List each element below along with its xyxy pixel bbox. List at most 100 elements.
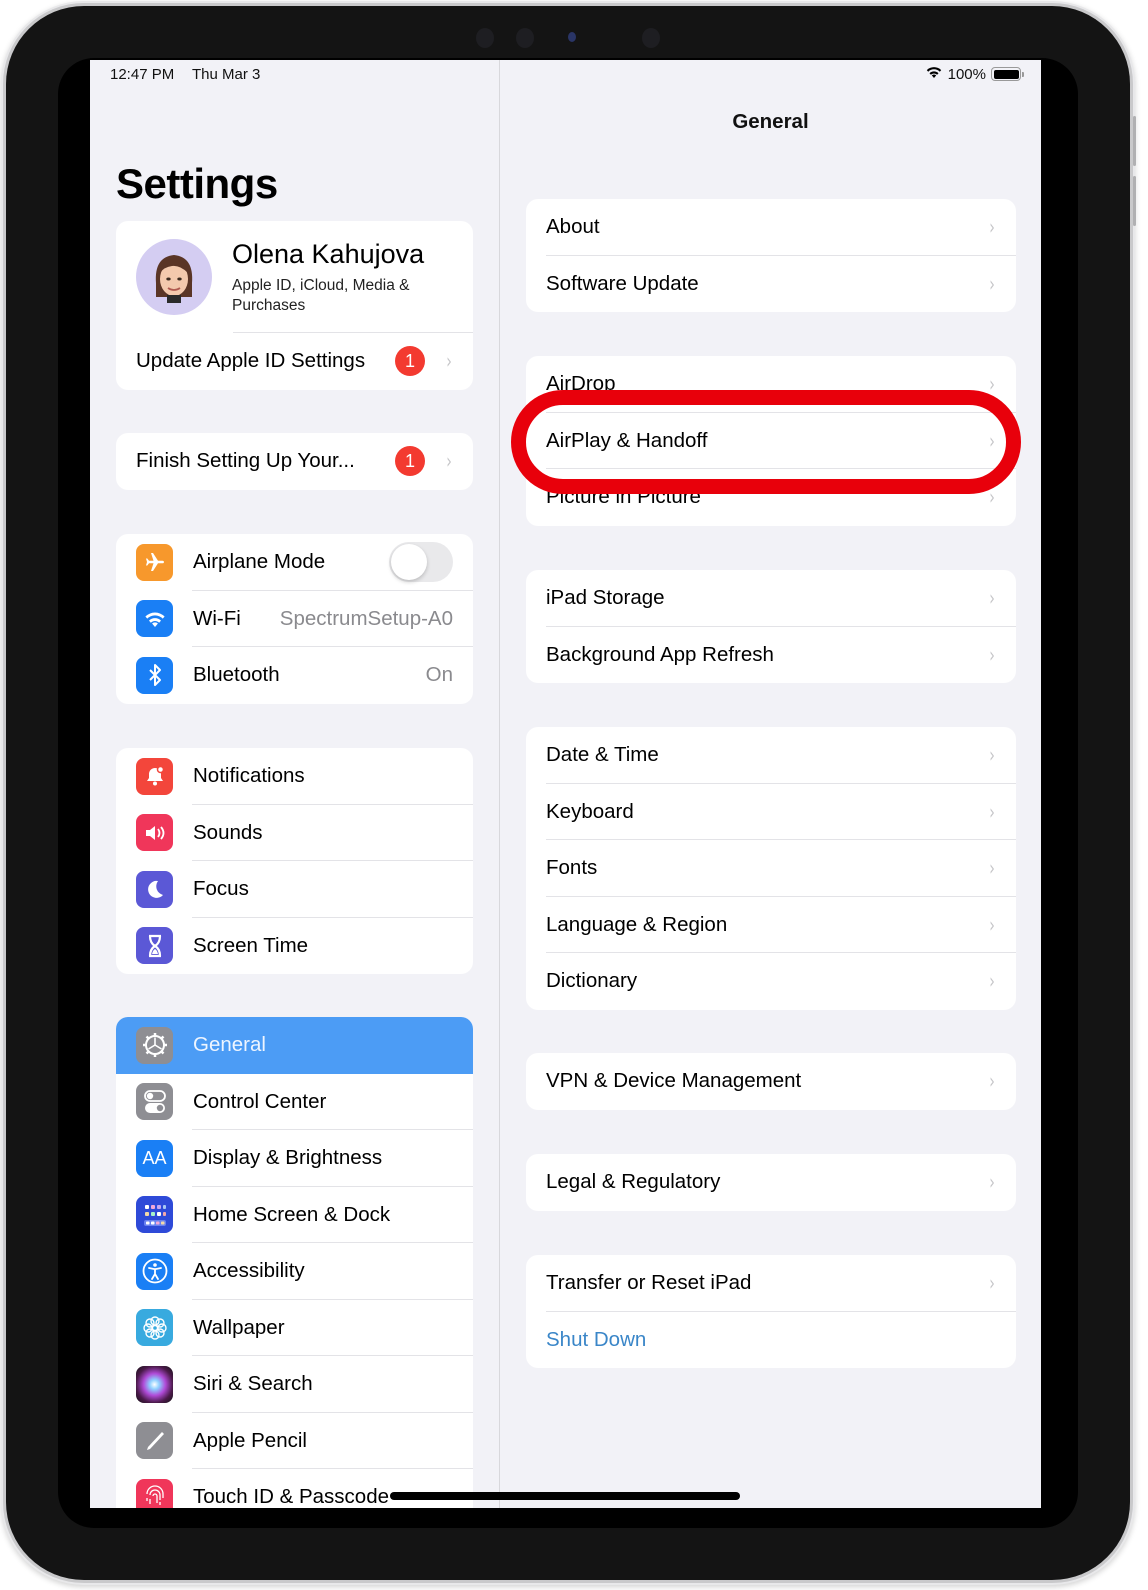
- sidebar-item-airplane-mode[interactable]: Airplane Mode: [116, 534, 473, 591]
- flower-icon: [136, 1309, 173, 1347]
- detail-title: General: [732, 110, 809, 133]
- row-label: About: [546, 215, 600, 239]
- general-item-keyboard[interactable]: Keyboard ›: [526, 784, 1016, 840]
- screen: 12:47 PM Thu Mar 3 100% Settings Olena K…: [90, 60, 1041, 1508]
- row-label: Fonts: [546, 856, 598, 880]
- general-item-legal-regulatory[interactable]: Legal & Regulatory ›: [526, 1154, 1016, 1211]
- notifications-icon: [136, 757, 173, 795]
- chevron-right-icon: ›: [446, 449, 452, 474]
- general-item-ipad-storage[interactable]: iPad Storage ›: [526, 570, 1016, 627]
- row-label: Picture in Picture: [546, 485, 701, 509]
- general-item-fonts[interactable]: Fonts ›: [526, 840, 1016, 897]
- sidebar-item-sounds[interactable]: Sounds: [116, 805, 473, 861]
- row-label: Home Screen & Dock: [193, 1202, 391, 1226]
- connectivity-group: Airplane Mode Wi-Fi SpectrumSetup-A0 Blu…: [116, 534, 473, 704]
- update-apple-id-settings-row[interactable]: Update Apple ID Settings 1 ›: [116, 333, 473, 390]
- row-label: Language & Region: [546, 912, 728, 936]
- sensor-icon: [516, 28, 534, 48]
- sidebar-item-wifi[interactable]: Wi-Fi SpectrumSetup-A0: [116, 591, 473, 647]
- general-item-picture-in-picture[interactable]: Picture in Picture ›: [526, 469, 1016, 526]
- row-label: General: [193, 1033, 266, 1057]
- wifi-icon: [136, 600, 173, 638]
- row-label: Display & Brightness: [193, 1146, 383, 1170]
- home-indicator[interactable]: [390, 1492, 740, 1500]
- sensor-icon: [476, 28, 494, 48]
- profile-subtitle: Apple ID, iCloud, Media & Purchases: [232, 276, 410, 314]
- sidebar-item-display-brightness[interactable]: AA Display & Brightness: [116, 1130, 473, 1187]
- siri-icon: [136, 1365, 173, 1403]
- sidebar-item-siri-search[interactable]: Siri & Search: [116, 1356, 473, 1413]
- sidebar-item-control-center[interactable]: Control Center: [116, 1074, 473, 1130]
- text-size-icon: AA: [136, 1139, 173, 1177]
- finish-setting-up-row[interactable]: Finish Setting Up Your... 1 ›: [116, 433, 473, 490]
- chevron-right-icon: ›: [989, 642, 995, 667]
- chevron-right-icon: ›: [989, 215, 995, 240]
- volume-down-button: [1133, 176, 1136, 226]
- detail-group-storage: iPad Storage › Background App Refresh ›: [526, 570, 1016, 683]
- accessibility-icon: [136, 1252, 173, 1290]
- row-label: Bluetooth: [193, 663, 280, 687]
- general-detail-pane: General About › Software Update › AirDro…: [500, 60, 1041, 1508]
- general-item-dictionary[interactable]: Dictionary ›: [526, 953, 1016, 1010]
- sidebar-item-screen-time[interactable]: Screen Time: [116, 918, 473, 975]
- volume-up-button: [1133, 116, 1136, 166]
- airplane-mode-toggle[interactable]: [389, 542, 453, 583]
- chevron-right-icon: ›: [989, 428, 995, 453]
- pencil-icon: [136, 1422, 173, 1460]
- notifications-group: Notifications Sounds Focus Screen Time: [116, 748, 473, 974]
- row-label: Finish Setting Up Your...: [136, 449, 355, 473]
- general-item-language-region[interactable]: Language & Region ›: [526, 897, 1016, 953]
- chevron-right-icon: ›: [989, 271, 995, 296]
- chevron-right-icon: ›: [989, 799, 995, 824]
- detail-group-airdrop: AirDrop › AirPlay & Handoff › Picture in…: [526, 356, 1016, 526]
- fingerprint-icon: [136, 1478, 173, 1508]
- airplane-icon: [136, 543, 173, 581]
- sidebar-item-touch-id-passcode[interactable]: Touch ID & Passcode: [116, 1469, 473, 1508]
- sidebar-item-focus[interactable]: Focus: [116, 861, 473, 918]
- general-item-about[interactable]: About ›: [526, 199, 1016, 256]
- notification-badge: 1: [395, 446, 425, 477]
- detail-group-reset: Transfer or Reset iPad › Shut Down: [526, 1255, 1016, 1368]
- hourglass-icon: [136, 927, 173, 965]
- sidebar-item-home-screen-dock[interactable]: Home Screen & Dock: [116, 1187, 473, 1243]
- sidebar-item-accessibility[interactable]: Accessibility: [116, 1243, 473, 1300]
- row-label: Airplane Mode: [193, 550, 326, 574]
- apple-id-profile[interactable]: Olena Kahujova Apple ID, iCloud, Media &…: [116, 221, 473, 333]
- row-label: Control Center: [193, 1089, 327, 1113]
- row-label: Screen Time: [193, 933, 309, 957]
- general-item-airplay-handoff[interactable]: AirPlay & Handoff ›: [526, 413, 1016, 469]
- sidebar-item-general[interactable]: General: [116, 1017, 473, 1074]
- chevron-right-icon: ›: [989, 372, 995, 397]
- general-item-vpn-device-management[interactable]: VPN & Device Management ›: [526, 1053, 1016, 1110]
- row-label: Background App Refresh: [546, 642, 774, 666]
- general-item-background-app-refresh[interactable]: Background App Refresh ›: [526, 627, 1016, 684]
- shut-down-button[interactable]: Shut Down: [526, 1312, 1016, 1369]
- profile-name: Olena Kahujova: [232, 238, 425, 269]
- avatar: [136, 239, 212, 315]
- general-item-date-time[interactable]: Date & Time ›: [526, 727, 1016, 784]
- sidebar-item-bluetooth[interactable]: Bluetooth On: [116, 647, 473, 704]
- sidebar-item-apple-pencil[interactable]: Apple Pencil: [116, 1413, 473, 1469]
- sidebar-item-notifications[interactable]: Notifications: [116, 748, 473, 805]
- bluetooth-value: On: [425, 663, 453, 687]
- home-grid-icon: [136, 1196, 173, 1234]
- profile-group: Olena Kahujova Apple ID, iCloud, Media &…: [116, 221, 473, 390]
- sidebar-item-wallpaper[interactable]: Wallpaper: [116, 1300, 473, 1356]
- detail-group-about: About › Software Update ›: [526, 199, 1016, 312]
- finish-setup-group: Finish Setting Up Your... 1 ›: [116, 433, 473, 490]
- row-label: Dictionary: [546, 969, 638, 993]
- toggles-icon: [136, 1083, 173, 1121]
- bluetooth-icon: [136, 656, 173, 694]
- general-item-airdrop[interactable]: AirDrop ›: [526, 356, 1016, 413]
- sensor-icon: [642, 28, 660, 48]
- chevron-right-icon: ›: [989, 969, 995, 994]
- row-label: AirDrop: [546, 372, 616, 396]
- settings-sidebar: Settings Olena Kahujova Apple ID, iCloud…: [90, 60, 499, 1508]
- chevron-right-icon: ›: [989, 912, 995, 937]
- detail-group-legal: Legal & Regulatory ›: [526, 1154, 1016, 1211]
- row-label: iPad Storage: [546, 586, 665, 610]
- chevron-right-icon: ›: [989, 1170, 995, 1195]
- general-item-transfer-reset[interactable]: Transfer or Reset iPad ›: [526, 1255, 1016, 1312]
- chevron-right-icon: ›: [989, 1271, 995, 1296]
- general-item-software-update[interactable]: Software Update ›: [526, 256, 1016, 313]
